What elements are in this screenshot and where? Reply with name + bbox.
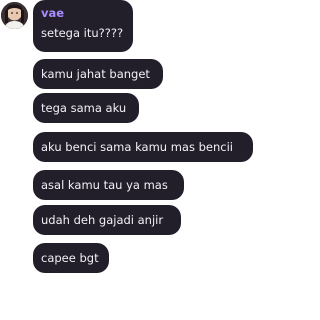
message-bubble[interactable]: udah deh gajadi anjir: [33, 205, 181, 235]
message-text: setega itu????: [41, 26, 124, 40]
chat-thread: vae setega itu???? kamu jahat banget teg…: [0, 0, 255, 320]
message-bubble[interactable]: kamu jahat banget: [33, 59, 163, 89]
message-bubble[interactable]: tega sama aku: [33, 93, 139, 123]
avatar[interactable]: [1, 2, 28, 29]
message-text: tega sama aku: [41, 101, 127, 115]
avatar-photo-icon: [1, 2, 28, 29]
message-bubble[interactable]: vae setega itu????: [33, 0, 133, 52]
message-bubble[interactable]: aku benci sama kamu mas bencii: [33, 132, 253, 162]
message-text: udah deh gajadi anjir: [41, 213, 164, 227]
message-text: asal kamu tau ya mas: [41, 178, 168, 192]
message-text: kamu jahat banget: [41, 67, 150, 81]
message-bubble[interactable]: asal kamu tau ya mas: [33, 170, 184, 200]
message-text: aku benci sama kamu mas bencii: [41, 140, 234, 154]
message-bubble[interactable]: capee bgt: [33, 243, 109, 273]
sender-name[interactable]: vae: [41, 6, 125, 20]
message-text: capee bgt: [41, 251, 99, 265]
